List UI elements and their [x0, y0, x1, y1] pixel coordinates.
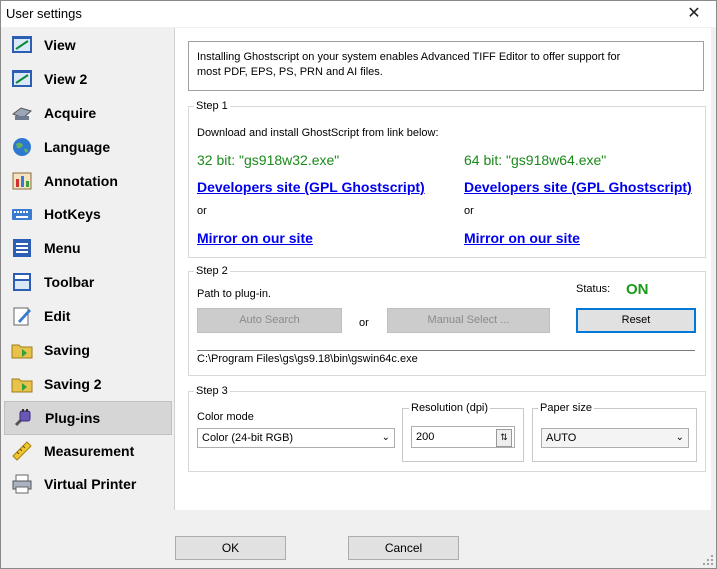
ruler-icon: [12, 441, 32, 461]
sidebar-item-label: Measurement: [44, 443, 135, 459]
dev-site-32-link[interactable]: Developers site (GPL Ghostscript): [197, 179, 425, 195]
keyboard-icon: [12, 209, 32, 220]
mirror-64-link[interactable]: Mirror on our site: [464, 230, 580, 246]
paper-size-value: AUTO: [546, 432, 577, 444]
globe-icon: [13, 138, 31, 156]
bit64-label: 64 bit: "gs918w64.exe": [464, 152, 607, 168]
sidebar-item-view-2[interactable]: View 2: [4, 63, 170, 95]
step1-title: Step 1: [194, 100, 230, 112]
sidebar-item-virtual-printer[interactable]: Virtual Printer: [4, 468, 170, 500]
sidebar-item-label: Plug-ins: [45, 410, 101, 426]
resize-grip-icon[interactable]: [702, 554, 714, 566]
path-label: Path to plug-in.: [197, 288, 271, 300]
color-mode-value: Color (24-bit RGB): [202, 432, 294, 444]
step2-title: Step 2: [194, 265, 230, 277]
sidebar-item-language[interactable]: Language: [4, 131, 170, 163]
dialog-footer: OK Cancel: [1, 510, 716, 568]
paper-size-select[interactable]: AUTO ⌄: [541, 428, 689, 448]
view2-icon: [12, 70, 32, 87]
sidebar-item-view[interactable]: View: [4, 29, 170, 61]
plugin-path-field[interactable]: C:\Program Files\gs\gs9.18\bin\gswin64c.…: [197, 350, 695, 369]
printer-icon: [12, 474, 32, 494]
resolution-spinner[interactable]: 200 ⇅: [411, 426, 515, 448]
info-box: Installing Ghostscript on your system en…: [188, 41, 704, 91]
folder-save-icon: [11, 344, 33, 359]
dev-site-64-link[interactable]: Developers site (GPL Ghostscript): [464, 179, 707, 195]
chevron-down-icon: ⌄: [381, 432, 390, 443]
sidebar-item-label: Language: [44, 139, 111, 155]
color-mode-select[interactable]: Color (24-bit RGB) ⌄: [197, 428, 395, 448]
sidebar-item-label: Toolbar: [44, 274, 95, 290]
resolution-value: 200: [416, 431, 435, 443]
up-down-icon[interactable]: ⇅: [496, 429, 512, 447]
sidebar-item-label: Menu: [44, 240, 81, 256]
sidebar-item-hotkeys[interactable]: HotKeys: [4, 198, 170, 230]
sidebar-item-plug-ins[interactable]: Plug-ins: [4, 401, 172, 435]
sidebar-item-label: Annotation: [44, 173, 118, 189]
sidebar-item-acquire[interactable]: Acquire: [4, 97, 170, 129]
color-mode-label: Color mode: [197, 411, 254, 423]
sidebar-item-saving-2[interactable]: Saving 2: [4, 368, 170, 400]
sidebar: View View 2 Acquire Language Annotation …: [1, 28, 173, 510]
sidebar-item-toolbar[interactable]: Toolbar: [4, 266, 170, 298]
sidebar-item-label: Saving: [44, 342, 90, 358]
sidebar-item-label: HotKeys: [44, 206, 101, 222]
plugin-path-value: C:\Program Files\gs\gs9.18\bin\gswin64c.…: [197, 353, 418, 365]
resolution-label: Resolution (dpi): [409, 402, 491, 414]
plugin-icon: [14, 409, 31, 427]
status-label: Status:: [576, 283, 611, 295]
folder-save2-icon: [11, 378, 33, 393]
reset-button[interactable]: Reset: [576, 308, 696, 333]
title-bar: User settings ✕: [1, 1, 716, 27]
bit32-label: 32 bit: "gs918w32.exe": [197, 152, 340, 168]
chevron-down-icon: ⌄: [675, 432, 684, 443]
sidebar-item-edit[interactable]: Edit: [4, 300, 170, 332]
sidebar-item-saving[interactable]: Saving: [4, 334, 170, 366]
sidebar-item-label: Virtual Printer: [44, 476, 137, 492]
sidebar-item-measurement[interactable]: Measurement: [4, 435, 170, 467]
window-title: User settings: [6, 6, 82, 21]
info-text: Installing Ghostscript on your system en…: [197, 51, 621, 78]
manual-select-button[interactable]: Manual Select ...: [387, 308, 550, 333]
auto-search-button[interactable]: Auto Search: [197, 308, 342, 333]
scanner-icon: [11, 107, 33, 120]
paper-size-label: Paper size: [538, 402, 594, 414]
sidebar-item-label: View: [44, 37, 76, 53]
or-text: or: [359, 317, 369, 329]
or-64-text: or: [464, 205, 474, 217]
menu-icon: [13, 239, 31, 257]
or-32-text: or: [197, 205, 207, 217]
cancel-button[interactable]: Cancel: [348, 536, 459, 560]
step3-title: Step 3: [194, 385, 230, 397]
mirror-32-link[interactable]: Mirror on our site: [197, 230, 313, 246]
view-icon: [12, 36, 32, 53]
sidebar-item-annotation[interactable]: Annotation: [4, 165, 170, 197]
ok-button[interactable]: OK: [175, 536, 286, 560]
sidebar-item-menu[interactable]: Menu: [4, 232, 170, 264]
settings-window: User settings ✕ View View 2 Acquire Lang…: [0, 0, 717, 569]
plugins-panel: Installing Ghostscript on your system en…: [174, 28, 711, 510]
step1-instruction: Download and install GhostScript from li…: [197, 127, 439, 139]
annotation-icon: [12, 172, 32, 190]
status-value: ON: [626, 281, 649, 298]
sidebar-item-label: Edit: [44, 308, 71, 324]
sidebar-item-label: View 2: [44, 71, 88, 87]
toolbar-icon: [13, 273, 31, 291]
close-icon[interactable]: ✕: [672, 1, 716, 27]
edit-icon: [13, 307, 31, 326]
sidebar-item-label: Acquire: [44, 105, 97, 121]
sidebar-item-label: Saving 2: [44, 376, 102, 392]
